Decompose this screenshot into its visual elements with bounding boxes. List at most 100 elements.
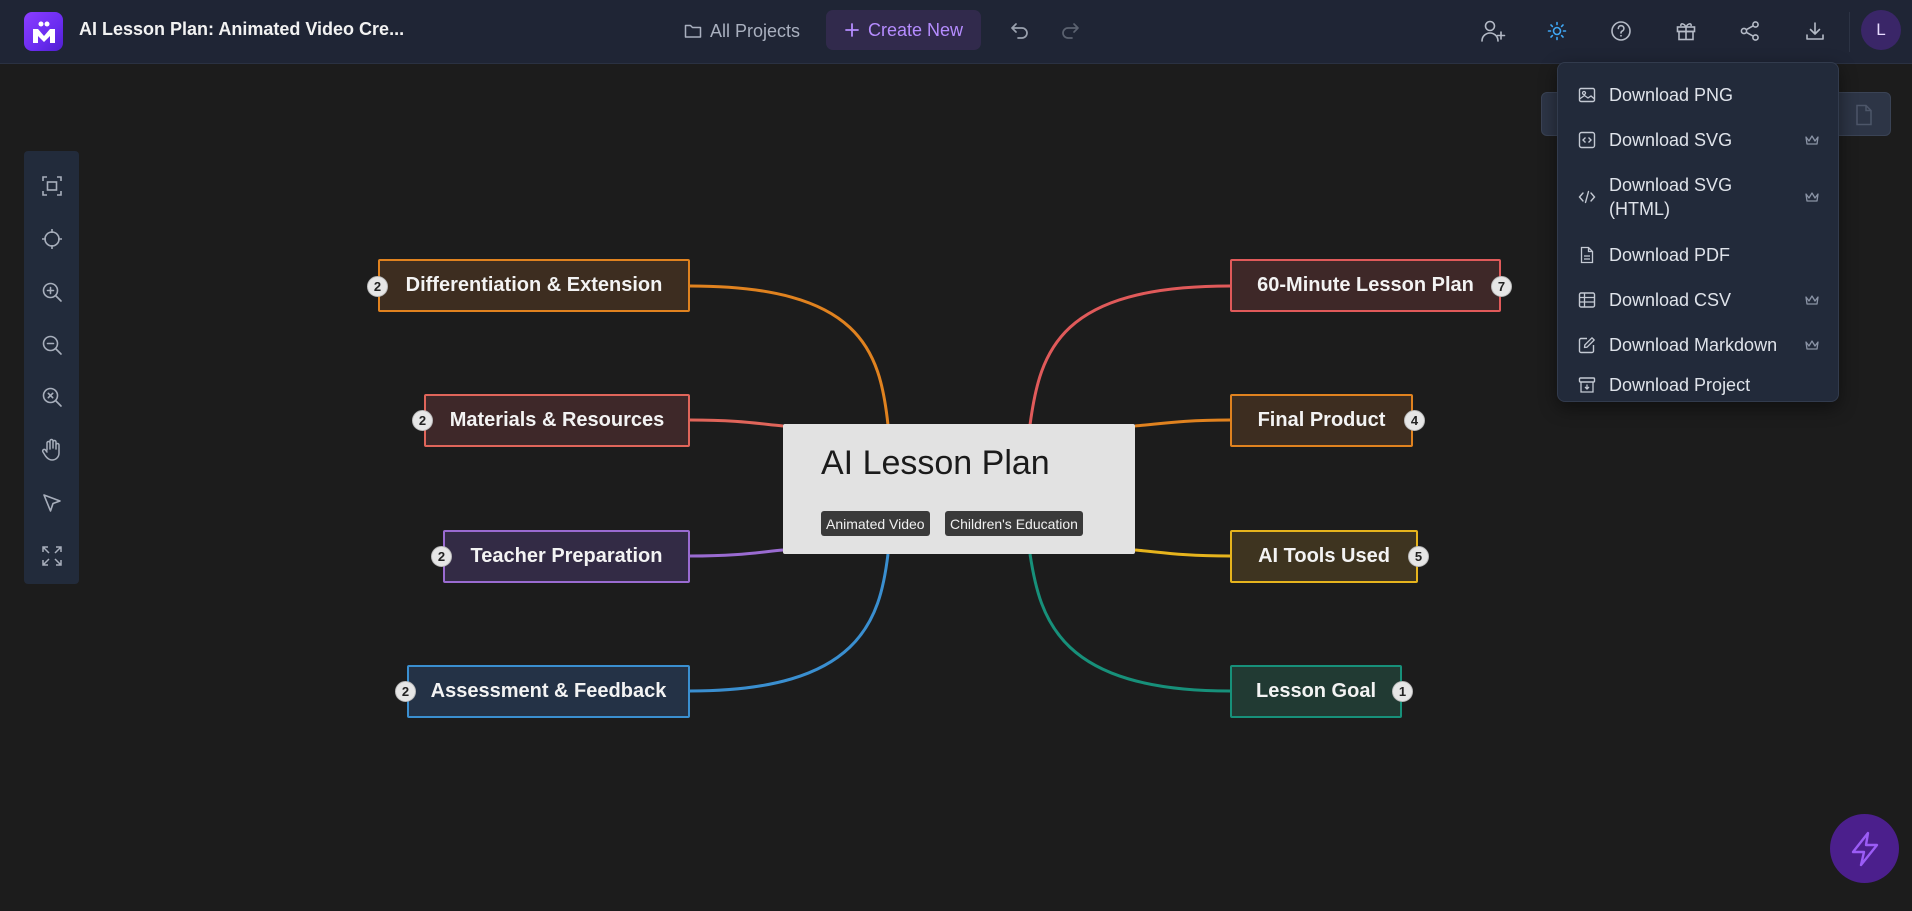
child-count-badge[interactable]: 2: [412, 410, 433, 431]
undo-button[interactable]: [1006, 16, 1034, 44]
premium-crown-icon: [1805, 192, 1819, 202]
document-title[interactable]: AI Lesson Plan: Animated Video Cre...: [79, 19, 404, 40]
create-new-button[interactable]: Create New: [826, 10, 981, 50]
code-square-icon: [1578, 131, 1596, 149]
menu-item-label: Download Markdown: [1609, 335, 1778, 355]
premium-crown-icon: [1805, 295, 1819, 305]
edit-icon: [1578, 337, 1595, 354]
fullscreen-icon: [42, 546, 62, 566]
child-count-badge[interactable]: 2: [431, 546, 452, 567]
zoom-in-icon: [42, 282, 62, 302]
app-logo[interactable]: [24, 12, 63, 51]
node-60-minute-lesson-plan[interactable]: 60-Minute Lesson Plan: [1230, 259, 1501, 312]
premium-crown-icon: [1805, 135, 1819, 145]
download-button[interactable]: [1798, 14, 1832, 48]
node-lesson-goal[interactable]: Lesson Goal: [1230, 665, 1402, 718]
help-icon: [1611, 21, 1631, 41]
ai-assistant-button[interactable]: [1830, 814, 1899, 883]
zoom-out-button[interactable]: [38, 331, 66, 359]
node-label: Materials & Resources: [449, 409, 665, 431]
zoom-reset-button[interactable]: [38, 383, 66, 411]
theme-toggle-button[interactable]: [1540, 14, 1574, 48]
link-lesson-plan: [1028, 284, 1231, 426]
fit-view-icon: [42, 176, 62, 196]
code-brackets-icon: [1578, 190, 1596, 204]
node-teacher-preparation[interactable]: Teacher Preparation: [443, 530, 690, 583]
select-pointer-icon: [43, 494, 61, 512]
link-assessment: [689, 553, 890, 693]
node-assessment-feedback[interactable]: Assessment & Feedback: [407, 665, 690, 718]
file-icon: [1580, 246, 1594, 264]
pan-tool-button[interactable]: [38, 436, 66, 464]
menu-item-download-svg-html[interactable]: Download SVG (HTML): [1558, 163, 1838, 231]
redo-button[interactable]: [1056, 16, 1084, 44]
archive-icon: [1578, 377, 1596, 393]
share-button[interactable]: [1733, 14, 1767, 48]
node-label: Differentiation & Extension: [405, 274, 663, 296]
menu-item-download-markdown[interactable]: Download Markdown: [1558, 323, 1838, 367]
node-differentiation-extension[interactable]: Differentiation & Extension: [378, 259, 690, 312]
fullscreen-button[interactable]: [38, 542, 66, 570]
menu-item-download-pdf[interactable]: Download PDF: [1558, 233, 1838, 277]
all-projects-label: All Projects: [710, 20, 801, 41]
zoom-in-button[interactable]: [38, 278, 66, 306]
child-count-badge[interactable]: 1: [1392, 681, 1413, 702]
child-count-badge[interactable]: 5: [1408, 546, 1429, 567]
child-count-badge[interactable]: 2: [367, 276, 388, 297]
menu-item-label: Download Project: [1609, 375, 1751, 395]
redo-icon: [1062, 23, 1079, 39]
link-teacher: [689, 548, 784, 558]
user-avatar[interactable]: L: [1861, 10, 1901, 50]
menu-item-label: Download PNG: [1609, 85, 1734, 105]
all-projects-link[interactable]: All Projects: [684, 18, 800, 44]
gift-button[interactable]: [1669, 14, 1703, 48]
menu-item-download-csv[interactable]: Download CSV: [1558, 278, 1838, 322]
table-icon: [1578, 292, 1596, 308]
menu-item-download-project[interactable]: Download Project: [1558, 368, 1838, 402]
lightning-icon: [1851, 831, 1878, 866]
node-ai-tools-used[interactable]: AI Tools Used: [1230, 530, 1418, 583]
folder-icon: [684, 24, 702, 38]
node-label: 60-Minute Lesson Plan: [1257, 274, 1474, 296]
sun-icon: [1547, 21, 1567, 41]
gift-icon: [1676, 23, 1696, 41]
undo-icon: [1011, 23, 1028, 39]
center-view-button[interactable]: [38, 225, 66, 253]
root-title: AI Lesson Plan: [821, 444, 1050, 482]
child-count-badge[interactable]: 2: [395, 681, 416, 702]
download-icon: [1806, 22, 1824, 40]
add-collaborator-button[interactable]: [1476, 14, 1510, 48]
logo-mark-icon: [32, 21, 55, 43]
child-count-badge[interactable]: 7: [1491, 276, 1512, 297]
menu-item-download-png[interactable]: Download PNG: [1558, 73, 1838, 117]
zoom-reset-icon: [42, 387, 62, 407]
image-icon: [1578, 87, 1596, 103]
help-button[interactable]: [1604, 14, 1638, 48]
node-label: Lesson Goal: [1255, 680, 1377, 702]
menu-item-label: Download SVG: [1609, 130, 1733, 150]
download-menu: Download PNG Download SVG Download SVG (…: [1557, 62, 1839, 402]
share-icon: [1740, 21, 1759, 41]
menu-item-label: Download SVG (HTML): [1609, 175, 1733, 219]
zoom-out-icon: [42, 335, 62, 355]
fit-view-button[interactable]: [38, 172, 66, 200]
node-label: Final Product: [1257, 409, 1386, 431]
node-materials-resources[interactable]: Materials & Resources: [424, 394, 690, 447]
file-icon: [1856, 104, 1872, 126]
select-tool-button[interactable]: [38, 489, 66, 517]
link-materials: [689, 418, 784, 428]
root-node[interactable]: AI Lesson Plan Animated Video Children's…: [783, 424, 1135, 554]
menu-item-download-svg[interactable]: Download SVG: [1558, 118, 1838, 162]
child-count-badge[interactable]: 4: [1404, 410, 1425, 431]
create-new-label: Create New: [867, 19, 964, 40]
node-label: Assessment & Feedback: [430, 680, 667, 702]
user-plus-icon: [1481, 20, 1506, 42]
plus-icon: [845, 23, 859, 37]
menu-item-label: Download CSV: [1609, 290, 1732, 310]
toolbar-divider: [1849, 12, 1850, 52]
tag-childrens-education[interactable]: Children's Education: [945, 511, 1083, 536]
tag-animated-video[interactable]: Animated Video: [821, 511, 930, 536]
node-final-product[interactable]: Final Product: [1230, 394, 1413, 447]
premium-crown-icon: [1805, 340, 1819, 350]
node-label: AI Tools Used: [1258, 545, 1390, 567]
